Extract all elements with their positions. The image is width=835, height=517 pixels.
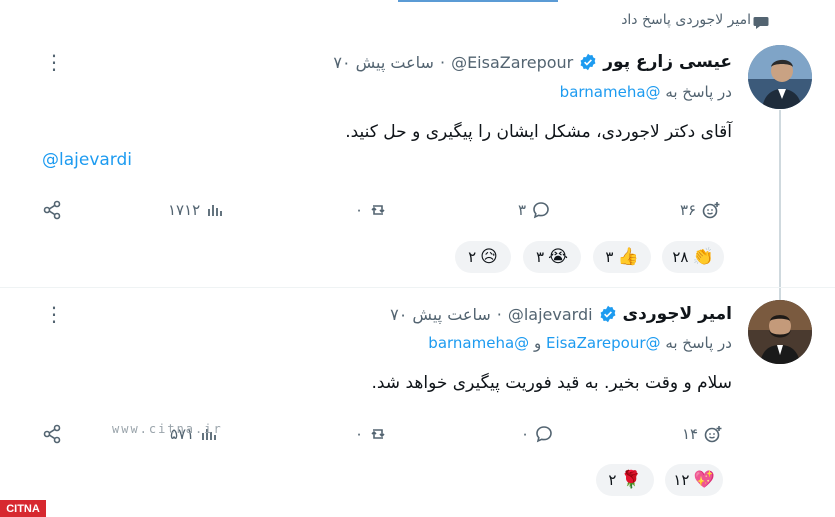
user-handle[interactable]: @lajevardi: [508, 305, 593, 324]
emoji-reaction-count: ۲۸: [672, 248, 689, 266]
avatar[interactable]: [748, 45, 812, 109]
share-icon: [43, 200, 61, 220]
share-icon: [43, 424, 61, 444]
emoji-reaction-count: ۱۲: [673, 471, 690, 489]
reaction-button[interactable]: ۳۶: [680, 200, 721, 220]
retweet-button[interactable]: ۰: [355, 200, 388, 220]
avatar-photo-icon: [748, 45, 812, 109]
emoji-reaction-clap[interactable]: ۲۸ 👏: [662, 241, 724, 273]
emoji-reaction-rose[interactable]: ۲ 🌹: [596, 464, 654, 496]
reply-button[interactable]: ۳: [518, 200, 551, 220]
retweet-icon: [371, 205, 385, 215]
tweet-mention-link[interactable]: @lajevardi: [42, 150, 132, 170]
clap-emoji-icon: 👏: [692, 247, 714, 267]
avatar[interactable]: [748, 300, 812, 364]
user-handle[interactable]: @EisaZarepour: [451, 53, 573, 72]
user-display-name[interactable]: عیسی زارع پور: [603, 52, 732, 72]
reaction-count: ۳۶: [680, 201, 697, 219]
replying-to-mention-2[interactable]: @barnameha: [428, 334, 529, 352]
replying-to-mention[interactable]: @barnameha: [560, 83, 661, 101]
emoji-reaction-thumbs-up[interactable]: ۳ 👍: [593, 241, 651, 273]
bar-chart-icon: [208, 205, 223, 216]
retweet-count: ۰: [355, 201, 364, 219]
sad-emoji-icon: 😥: [480, 247, 498, 267]
reaction-button[interactable]: ۱۴: [682, 424, 723, 444]
watermark: www.citna.ir: [112, 422, 223, 436]
replying-to-mention[interactable]: @EisaZarepour: [546, 334, 661, 352]
reply-count: ۰: [521, 425, 530, 443]
tweet-body: سلام و وقت بخیر. به قید فوریت پیگیری خوا…: [371, 373, 732, 393]
rose-emoji-icon: 🌹: [620, 470, 642, 490]
tweet-time: ۷۰ ساعت پیش: [333, 52, 434, 72]
heart-emoji-icon: 💖: [693, 470, 715, 490]
replying-to-line: در پاسخ به @barnameha: [560, 83, 732, 101]
more-options-icon[interactable]: ⋮: [44, 304, 64, 324]
tweet-body: آقای دکتر لاجوردی، مشکل ایشان را پیگیری …: [345, 122, 732, 142]
reply-context-label[interactable]: امیر لاجوردی پاسخ داد: [621, 12, 751, 28]
citna-logo: CITNA: [0, 500, 46, 517]
replying-to-prefix: در پاسخ به: [665, 334, 732, 352]
comment-icon: [533, 202, 549, 219]
emoji-reaction-count: ۳: [605, 248, 614, 266]
verified-badge-icon: [600, 305, 615, 323]
more-options-icon[interactable]: ⋮: [44, 52, 64, 72]
emoji-reaction-crying[interactable]: ۳ 😭: [523, 241, 581, 273]
top-accent-line: [398, 0, 558, 2]
add-reaction-icon: [704, 426, 722, 443]
dot-separator: ·: [439, 52, 446, 72]
emoji-reaction-count: ۳: [536, 248, 545, 266]
replying-to-line: در پاسخ به @EisaZarepour و @barnameha: [428, 334, 732, 352]
retweet-button[interactable]: ۰: [355, 424, 388, 444]
user-display-name[interactable]: امیر لاجوردی: [623, 304, 732, 324]
reply-count: ۳: [518, 201, 527, 219]
dot-separator: ·: [496, 304, 502, 324]
reaction-count: ۱۴: [682, 425, 699, 443]
reply-button[interactable]: ۰: [521, 424, 554, 444]
retweet-icon: [371, 429, 385, 439]
replying-to-prefix: در پاسخ به: [665, 83, 732, 101]
thumbs-up-emoji-icon: 👍: [617, 247, 639, 267]
crying-emoji-icon: 😭: [548, 247, 568, 267]
tweet-time: ۷۰ ساعت پیش: [390, 304, 491, 324]
views-value: ۱۷۱۲: [168, 201, 201, 219]
emoji-reaction-sad[interactable]: ۲ 😥: [455, 241, 511, 273]
share-button[interactable]: [42, 424, 62, 444]
verified-badge-icon: [580, 53, 596, 71]
retweet-count: ۰: [355, 425, 364, 443]
tweet-divider: [0, 287, 835, 288]
share-button[interactable]: [42, 200, 62, 220]
speech-bubble-icon: [753, 17, 769, 29]
add-reaction-icon: [702, 202, 720, 219]
avatar-photo-icon: [748, 300, 812, 364]
thread-connector-line: [779, 110, 781, 300]
emoji-reaction-count: ۲: [468, 248, 477, 266]
emoji-reaction-heart[interactable]: ۱۲ 💖: [665, 464, 723, 496]
emoji-reaction-count: ۲: [608, 471, 617, 489]
replying-to-conjunction: و: [533, 334, 542, 352]
views-count[interactable]: ۱۷۱۲: [168, 200, 225, 220]
comment-icon: [536, 426, 552, 443]
